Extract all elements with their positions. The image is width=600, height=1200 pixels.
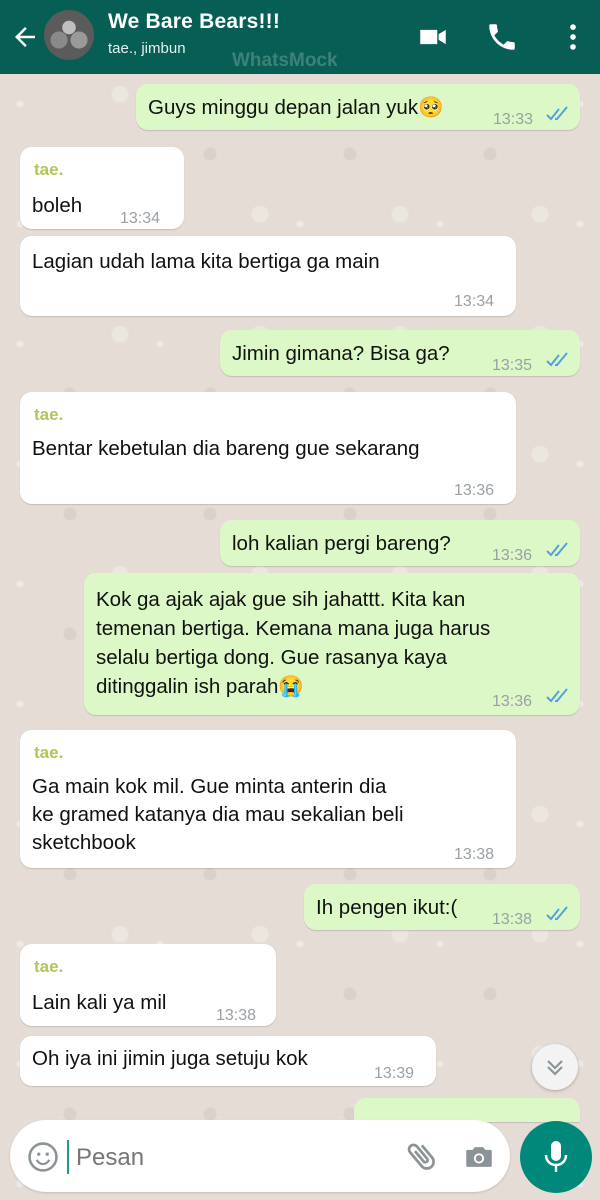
message-text: Oh iya ini jimin juga setuju kok xyxy=(32,1047,308,1070)
mic-button[interactable] xyxy=(520,1121,592,1193)
emoji-icon[interactable] xyxy=(26,1140,60,1174)
chat-title[interactable]: We Bare Bears!!! xyxy=(108,10,280,34)
message-input[interactable] xyxy=(74,1140,378,1176)
message-time: 13:33 xyxy=(493,111,534,128)
message-time: 13:35 xyxy=(492,357,533,374)
message-time: 13:36 xyxy=(454,482,495,499)
sender-name: tae. xyxy=(34,160,64,179)
chat-participants[interactable]: tae., jimbun xyxy=(108,40,186,57)
message-bubble-incoming[interactable]: tae. Bentar kebetulan dia bareng gue sek… xyxy=(20,392,516,504)
read-receipt-icon xyxy=(546,906,568,921)
message-time: 13:34 xyxy=(120,210,161,227)
message-bubble-outgoing[interactable]: Ih pengen ikut:( 13:38 xyxy=(304,884,580,930)
message-line: sketchbook xyxy=(32,831,136,854)
message-bubble-incoming[interactable]: Lagian udah lama kita bertiga ga main 13… xyxy=(20,236,516,316)
back-arrow-icon[interactable] xyxy=(10,22,40,52)
message-time: 13:38 xyxy=(216,1007,257,1024)
message-text: Guys minggu depan jalan yuk🥺 xyxy=(148,96,444,119)
message-line: temenan bertiga. Kemana mana juga harus xyxy=(96,617,491,640)
read-receipt-icon xyxy=(546,542,568,557)
message-time: 13:36 xyxy=(492,547,533,564)
group-avatar[interactable] xyxy=(44,10,94,60)
text-cursor xyxy=(67,1140,69,1174)
message-text: Bentar kebetulan dia bareng gue sekarang xyxy=(32,437,420,460)
video-call-icon[interactable] xyxy=(416,20,450,54)
message-time: 13:38 xyxy=(454,846,495,863)
message-bubble-incoming[interactable]: tae. Ga main kok mil. Gue minta anterin … xyxy=(20,730,516,868)
message-line: selalu bertiga dong. Gue rasanya kaya xyxy=(96,646,448,669)
message-line: ke gramed katanya dia mau sekalian beli xyxy=(32,803,404,826)
message-text: Ih pengen ikut:( xyxy=(316,896,458,919)
camera-icon[interactable] xyxy=(462,1140,496,1174)
watermark: WhatsMock xyxy=(232,50,338,71)
message-text: Jimin gimana? Bisa ga? xyxy=(232,342,450,365)
message-bubble-incoming[interactable]: tae. boleh 13:34 xyxy=(20,147,184,229)
message-text: loh kalian pergi bareng? xyxy=(232,532,451,555)
message-time: 13:34 xyxy=(454,293,495,310)
message-bubble-outgoing-partial xyxy=(354,1098,580,1122)
message-bubble-outgoing[interactable]: loh kalian pergi bareng? 13:36 xyxy=(220,520,580,566)
message-line: ditinggalin ish parah😭 xyxy=(96,675,304,698)
more-vert-icon[interactable] xyxy=(556,20,590,54)
message-bubble-incoming[interactable]: tae. Lain kali ya mil 13:38 xyxy=(20,944,276,1026)
message-line: Ga main kok mil. Gue minta anterin dia xyxy=(32,775,387,798)
sender-name: tae. xyxy=(34,405,64,424)
message-bubble-incoming[interactable]: Oh iya ini jimin juga setuju kok 13:39 xyxy=(20,1036,436,1086)
message-time: 13:39 xyxy=(374,1065,415,1082)
mic-icon xyxy=(544,1141,568,1172)
message-line: Kok ga ajak ajak gue sih jahattt. Kita k… xyxy=(96,588,466,611)
message-text: Lagian udah lama kita bertiga ga main xyxy=(32,250,380,273)
chevron-double-down-icon xyxy=(547,1060,563,1076)
read-receipt-icon xyxy=(546,352,568,367)
phone-icon[interactable] xyxy=(485,20,519,54)
message-bubble-outgoing[interactable]: Jimin gimana? Bisa ga? 13:35 xyxy=(220,330,580,376)
message-bubble-outgoing[interactable]: Kok ga ajak ajak gue sih jahattt. Kita k… xyxy=(84,573,580,715)
scroll-to-bottom-button[interactable] xyxy=(532,1044,578,1090)
attach-icon[interactable] xyxy=(404,1138,440,1174)
message-composer xyxy=(10,1120,510,1192)
sender-name: tae. xyxy=(34,743,64,762)
message-text: Lain kali ya mil xyxy=(32,991,167,1014)
sender-name: tae. xyxy=(34,957,64,976)
message-time: 13:36 xyxy=(492,693,533,710)
message-text: boleh xyxy=(32,194,83,217)
chat-header: We Bare Bears!!! tae., jimbun WhatsMock xyxy=(0,0,600,74)
message-time: 13:38 xyxy=(492,911,533,928)
read-receipt-icon xyxy=(546,688,568,703)
message-bubble-outgoing[interactable]: Guys minggu depan jalan yuk🥺 13:33 xyxy=(136,84,580,130)
read-receipt-icon xyxy=(546,106,568,121)
